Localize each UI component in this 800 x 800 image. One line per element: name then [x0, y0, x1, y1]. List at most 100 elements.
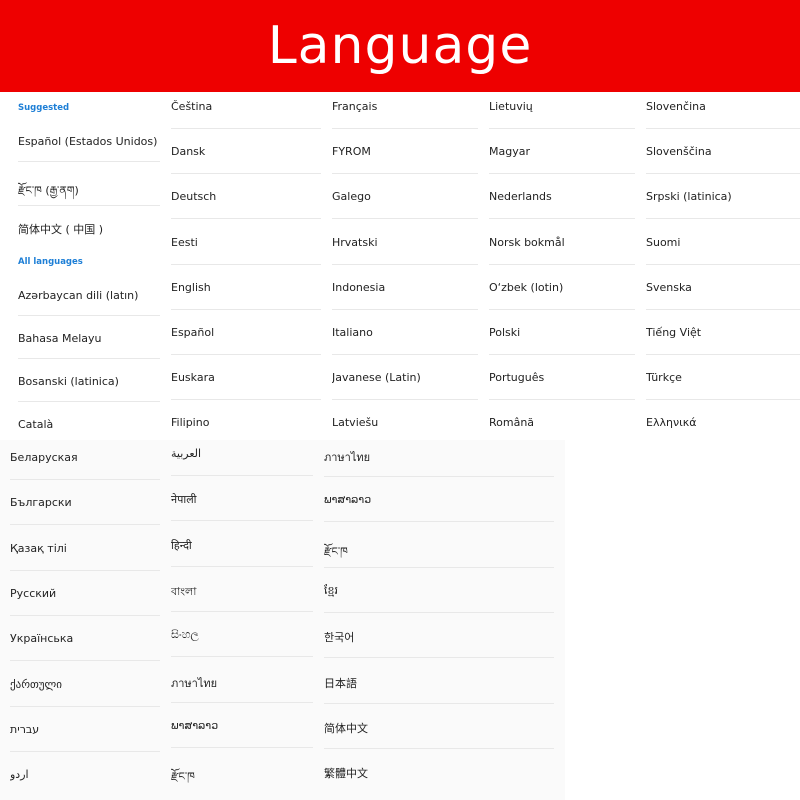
- language-item[interactable]: Norsk bokmål: [489, 236, 639, 249]
- language-item[interactable]: ខ្មែរ: [324, 584, 552, 600]
- language-item[interactable]: Eesti: [171, 236, 321, 249]
- divider: [646, 263, 800, 265]
- divider: [332, 399, 478, 401]
- language-item[interactable]: Català: [18, 418, 53, 431]
- language-item[interactable]: Polski: [489, 326, 639, 339]
- language-item[interactable]: Galego: [332, 190, 482, 203]
- language-item[interactable]: Indonesia: [332, 281, 482, 294]
- language-item[interactable]: Ελληνικά: [646, 416, 796, 429]
- language-item[interactable]: ພາສາລາວ: [324, 493, 552, 506]
- language-sidebar: Suggested Español (Estados Unidos) རྫོང་…: [18, 92, 160, 440]
- language-item[interactable]: FYROM: [332, 145, 482, 158]
- language-item[interactable]: Español (Estados Unidos): [18, 135, 157, 148]
- divider: [324, 521, 554, 523]
- language-item[interactable]: Українська: [10, 632, 158, 645]
- language-item[interactable]: Български: [10, 496, 158, 509]
- divider: [171, 218, 321, 220]
- divider: [324, 476, 554, 477]
- divider: [489, 399, 635, 401]
- language-item[interactable]: Русский: [10, 587, 158, 600]
- language-item[interactable]: Bosanski (latinica): [18, 375, 119, 388]
- divider: [646, 308, 800, 310]
- language-item[interactable]: Deutsch: [171, 190, 321, 203]
- divider: [489, 263, 635, 265]
- divider: [171, 173, 321, 175]
- divider: [324, 566, 554, 568]
- divider: [489, 354, 635, 355]
- language-item[interactable]: 日本語: [324, 675, 552, 691]
- language-item[interactable]: Euskara: [171, 371, 321, 384]
- divider: [171, 520, 313, 522]
- language-item[interactable]: Português: [489, 371, 639, 384]
- language-item[interactable]: 繁體中文: [324, 765, 552, 781]
- divider: [18, 401, 160, 402]
- language-item[interactable]: עברית: [10, 723, 158, 736]
- divider: [332, 354, 478, 355]
- divider: [324, 611, 554, 613]
- language-item[interactable]: Dansk: [171, 145, 321, 158]
- language-item[interactable]: Filipino: [171, 416, 321, 429]
- language-item[interactable]: 한국어: [324, 629, 552, 645]
- language-item[interactable]: Čeština: [171, 100, 321, 113]
- divider: [646, 354, 800, 355]
- divider: [171, 399, 321, 401]
- language-item[interactable]: Қазақ тілі: [10, 542, 158, 555]
- divider: [171, 701, 313, 703]
- divider: [18, 358, 160, 359]
- language-item[interactable]: Suomi: [646, 236, 796, 249]
- language-item[interactable]: Español: [171, 326, 321, 339]
- language-item[interactable]: Bahasa Melayu: [18, 332, 102, 345]
- divider: [489, 173, 635, 175]
- divider: [171, 656, 313, 658]
- divider: [489, 218, 635, 220]
- language-item[interactable]: العربية: [171, 447, 319, 460]
- language-item[interactable]: Srpski (latinica): [646, 190, 796, 203]
- divider: [332, 218, 478, 220]
- language-item[interactable]: Беларуская: [10, 451, 158, 464]
- language-item[interactable]: Azərbaycan dili (latın): [18, 289, 138, 302]
- language-item[interactable]: Slovenčina: [646, 100, 796, 113]
- language-item[interactable]: Slovenščina: [646, 145, 796, 158]
- language-item[interactable]: বাংলা: [171, 583, 319, 602]
- language-item[interactable]: 简体中文 ( 中国 ): [18, 221, 103, 237]
- language-item[interactable]: हिन्दी: [171, 538, 319, 553]
- divider: [646, 173, 800, 175]
- language-item[interactable]: རྫོང་ཁ: [171, 764, 319, 795]
- divider: [171, 565, 313, 567]
- divider: [171, 610, 313, 612]
- divider: [332, 308, 478, 310]
- language-item[interactable]: اردو: [10, 768, 158, 781]
- language-item[interactable]: Hrvatski: [332, 236, 482, 249]
- all-languages-heading: All languages: [18, 257, 83, 267]
- language-item[interactable]: རྫོང་ཁ: [324, 539, 552, 570]
- language-item[interactable]: ภาษาไทย: [171, 674, 319, 692]
- divider: [10, 569, 160, 571]
- language-item[interactable]: ພາສາລາວ: [171, 719, 319, 732]
- language-item[interactable]: ქართული: [10, 678, 158, 691]
- divider: [10, 524, 160, 526]
- header-banner: Language: [0, 0, 800, 92]
- divider: [171, 746, 313, 748]
- language-item[interactable]: Svenska: [646, 281, 796, 294]
- language-item[interactable]: Türkçe: [646, 371, 796, 384]
- divider: [171, 263, 321, 265]
- language-item[interactable]: Tiếng Việt: [646, 326, 796, 339]
- language-item[interactable]: Română: [489, 416, 639, 429]
- language-item[interactable]: Français: [332, 100, 482, 113]
- divider: [171, 308, 321, 310]
- language-item[interactable]: Nederlands: [489, 190, 639, 203]
- language-item[interactable]: සිංහල: [171, 628, 319, 642]
- divider: [171, 354, 321, 355]
- divider: [332, 128, 478, 129]
- language-item[interactable]: Magyar: [489, 145, 639, 158]
- language-item[interactable]: Javanese (Latin): [332, 371, 482, 384]
- language-item[interactable]: Italiano: [332, 326, 482, 339]
- language-item[interactable]: O‘zbek (lotin): [489, 281, 639, 294]
- language-item[interactable]: Lietuvių: [489, 100, 639, 113]
- suggested-heading: Suggested: [18, 103, 70, 113]
- language-item[interactable]: Latviešu: [332, 416, 482, 429]
- language-item[interactable]: English: [171, 281, 321, 294]
- language-item[interactable]: 简体中文: [324, 720, 552, 736]
- language-item[interactable]: नेपाली: [171, 492, 319, 507]
- language-item[interactable]: ภาษาไทย: [324, 448, 552, 466]
